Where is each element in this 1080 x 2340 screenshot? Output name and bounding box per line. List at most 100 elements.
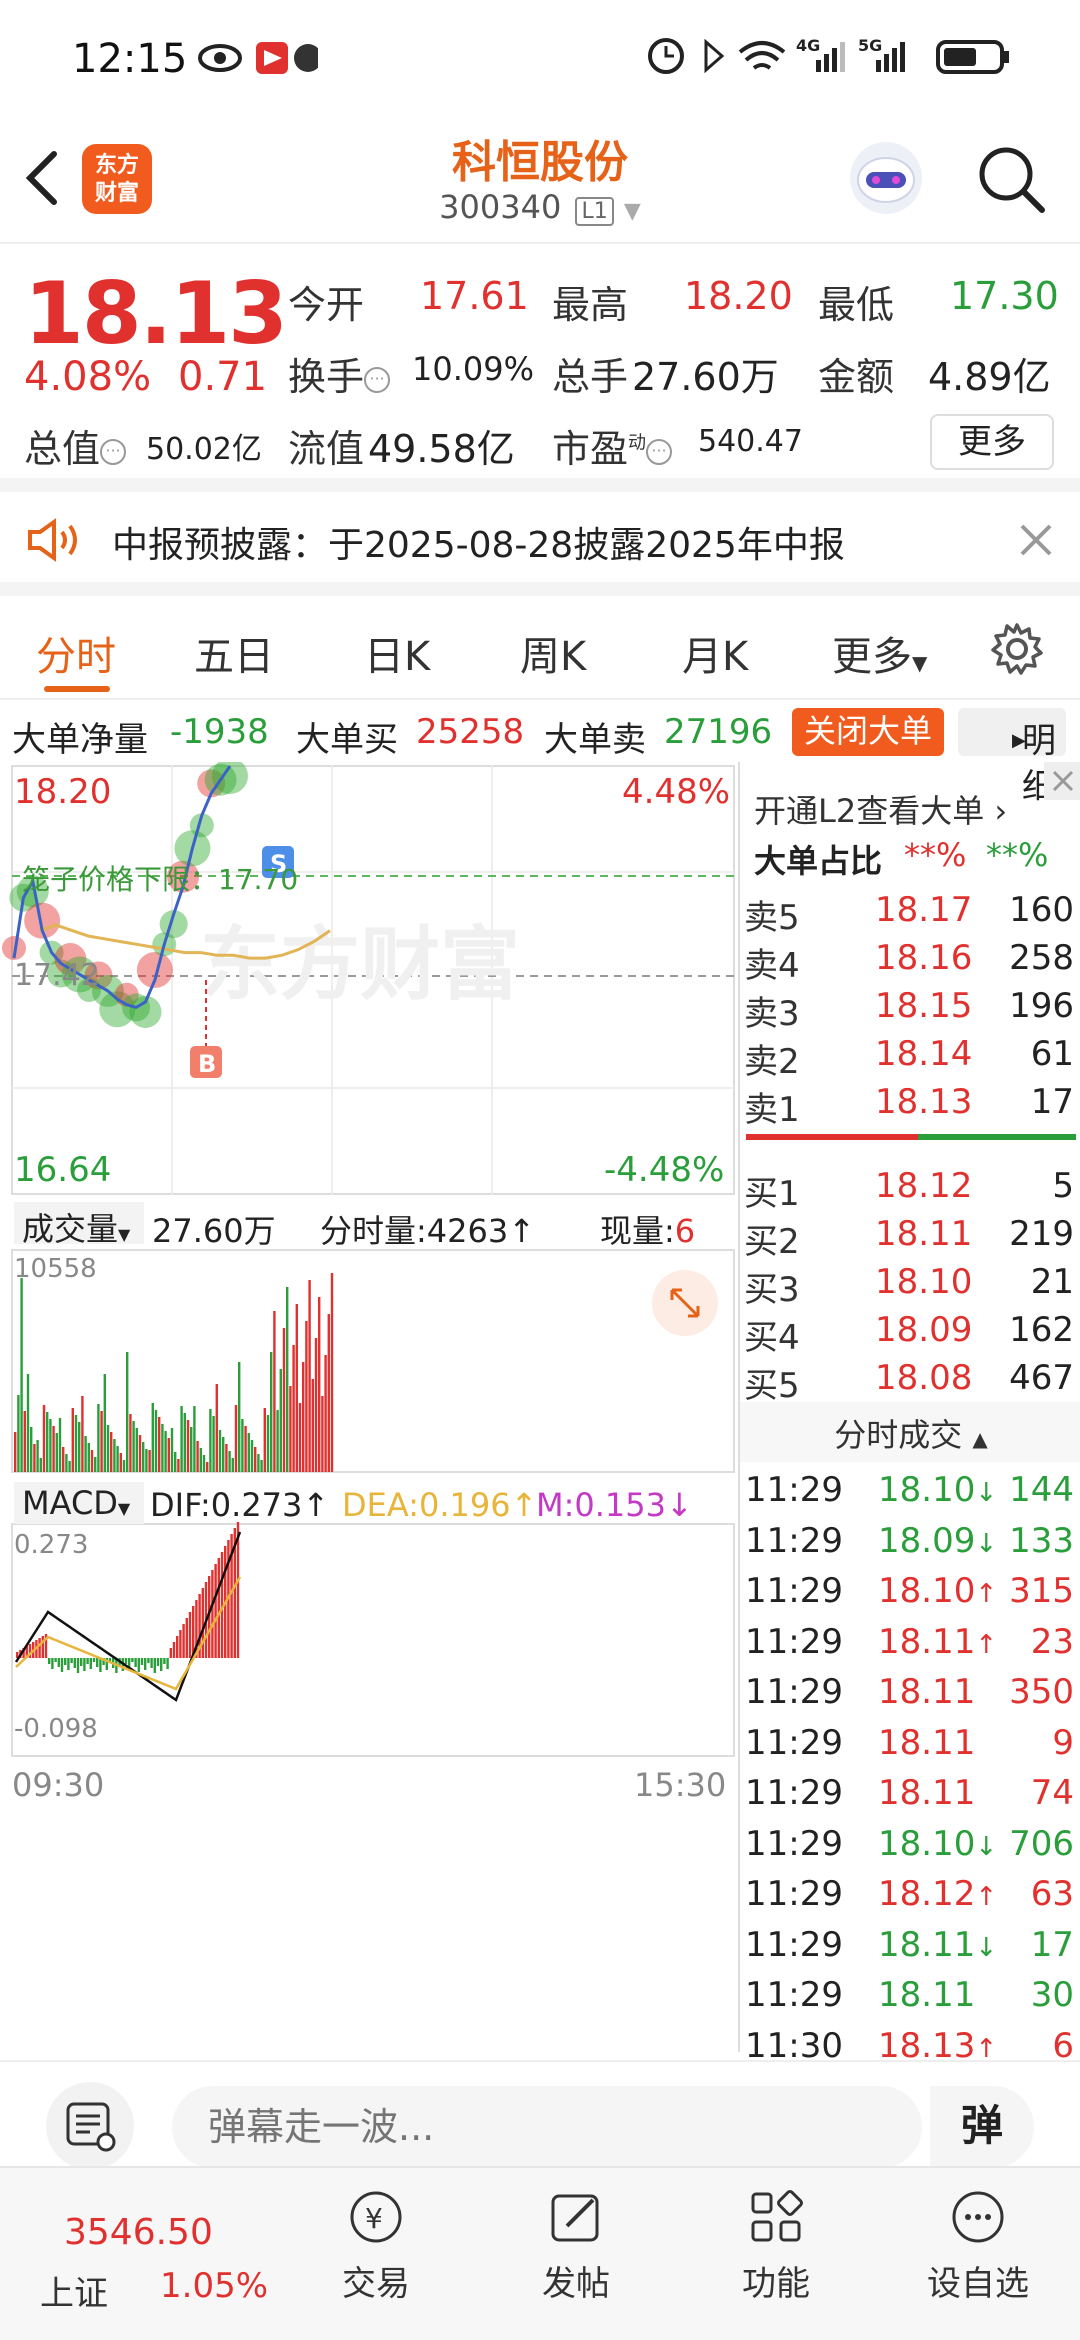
tab-daily-k[interactable]: 日K xyxy=(364,624,430,682)
tab-monthly-k[interactable]: 月K xyxy=(682,624,748,682)
volume-bar xyxy=(244,1426,247,1472)
tab-weekly-k[interactable]: 周K xyxy=(520,624,586,682)
volume-bar xyxy=(97,1404,100,1472)
mktcap-label[interactable]: 总值 ··· xyxy=(24,418,127,473)
stock-code: 300340 xyxy=(439,188,562,226)
macd-bar xyxy=(176,1636,179,1658)
volume-bar xyxy=(222,1437,225,1472)
ask-row[interactable]: 卖1 18.13 17 xyxy=(740,1078,1080,1130)
macd-bar xyxy=(188,1612,192,1658)
add-watchlist-tab[interactable]: 设自选 xyxy=(908,2188,1048,2305)
trade-price: 18.11 xyxy=(878,1722,976,1763)
turnover-label[interactable]: 换手 ··· xyxy=(288,346,391,401)
b-marker-text: B xyxy=(198,1050,216,1078)
trades-title[interactable]: 分时成交 ▲ xyxy=(740,1402,1080,1462)
index-percent[interactable]: 1.05% xyxy=(160,2266,268,2306)
trade-volume: 9 xyxy=(1052,1722,1074,1763)
features-tab[interactable]: 功能 xyxy=(706,2188,846,2305)
trade-row: 11:29 18.11 350 xyxy=(740,1668,1080,1718)
volume-bar xyxy=(190,1427,193,1472)
notice-bar[interactable]: 中报预披露：于2025-08-28披露2025年中报 xyxy=(0,492,1080,596)
volume-bar xyxy=(14,1432,17,1472)
mktcap-value: 50.02亿 xyxy=(146,432,262,467)
ratio-buy: **% xyxy=(904,836,967,874)
volume-bar xyxy=(68,1461,71,1472)
macd-bar xyxy=(185,1618,188,1658)
tab-five-day[interactable]: 五日 xyxy=(194,624,274,682)
macd-bar xyxy=(182,1624,185,1658)
trade-price: 18.11 xyxy=(878,1773,976,1813)
pe-label[interactable]: 市盈动 ··· xyxy=(552,418,673,473)
volume-bar xyxy=(71,1408,74,1472)
close-icon[interactable] xyxy=(1018,522,1054,558)
macd-bar xyxy=(140,1658,144,1665)
ask-row[interactable]: 卖4 18.16 258 xyxy=(740,934,1080,986)
sell-value: 27196 xyxy=(664,712,773,752)
minute-volume: 分时量:4263↑ xyxy=(320,1212,536,1250)
time-start: 09:30 xyxy=(12,1766,105,1804)
bid-row[interactable]: 买2 18.11 219 xyxy=(740,1210,1080,1262)
volume-bar xyxy=(87,1443,90,1472)
danmu-input[interactable] xyxy=(172,2086,922,2168)
float-value: 49.58亿 xyxy=(368,427,515,471)
note-icon[interactable] xyxy=(46,2082,134,2170)
m-value: M:0.153↓ xyxy=(536,1486,693,1524)
post-tab[interactable]: 发帖 xyxy=(506,2188,646,2305)
volume-bar xyxy=(151,1403,154,1472)
detail-button[interactable]: 明细 ▶ xyxy=(958,708,1066,807)
tab-intraday[interactable]: 分时 xyxy=(36,624,116,682)
index-value[interactable]: 3546.50 xyxy=(64,2212,213,2253)
tab-more[interactable]: 更多▼ xyxy=(832,624,927,682)
index-name[interactable]: 上证 xyxy=(40,2266,108,2315)
macd-bar xyxy=(73,1658,76,1668)
lower-limit-label: 笼子价格下限：17.70 xyxy=(22,863,299,896)
volume-bar xyxy=(78,1422,81,1472)
more-button[interactable]: 更多 xyxy=(930,414,1054,470)
close-big-order-button[interactable]: 关闭大单 xyxy=(792,708,944,756)
bid-row[interactable]: 买4 18.09 162 xyxy=(740,1306,1080,1358)
open-label: 今开 xyxy=(288,283,365,327)
open-value: 17.61 xyxy=(420,274,529,318)
y-bottom-pct: -4.48% xyxy=(604,1150,725,1190)
l2-link[interactable]: 开通L2查看大单 › xyxy=(754,786,1007,832)
status-network-5g: 5G xyxy=(858,36,883,55)
status-bar: 12:15 4G 5G xyxy=(0,0,1080,120)
status-system-icons xyxy=(648,38,1009,74)
trade-time: 11:29 xyxy=(745,1672,843,1712)
trade-tab[interactable]: ¥ 交易 xyxy=(306,2188,446,2305)
bid-row[interactable]: 买3 18.10 21 xyxy=(740,1258,1080,1310)
settings-icon[interactable] xyxy=(990,622,1044,676)
trade-row: 11:29 18.11 74 xyxy=(740,1769,1080,1819)
ask-row[interactable]: 卖5 18.17 160 xyxy=(740,886,1080,938)
volume-selector[interactable]: 成交量▼ xyxy=(14,1202,144,1248)
bid-row[interactable]: 买1 18.12 5 xyxy=(740,1162,1080,1214)
volume-bar xyxy=(84,1436,87,1472)
danmu-bar: 弹 xyxy=(0,2060,1080,2170)
ask-row[interactable]: 卖2 18.14 61 xyxy=(740,1030,1080,1082)
macd-bar xyxy=(92,1658,96,1662)
watermark: 东方财富 xyxy=(200,918,520,1011)
volume-bar xyxy=(286,1287,289,1472)
stock-header: 东方 财富 科恒股份 300340 L1 ▼ xyxy=(0,120,1080,244)
volume-bar xyxy=(164,1431,167,1472)
macd-bar xyxy=(156,1658,160,1666)
dea-value: DEA:0.196↑ xyxy=(342,1486,538,1524)
volume-bar xyxy=(231,1458,234,1472)
macd-bar xyxy=(38,1638,41,1658)
robot-assistant-icon[interactable] xyxy=(846,138,926,218)
ask-row[interactable]: 卖3 18.15 196 xyxy=(740,982,1080,1034)
macd-bar xyxy=(150,1658,153,1668)
macd-selector[interactable]: MACD▼ xyxy=(14,1482,144,1524)
status-app-icons xyxy=(198,42,318,74)
trade-time: 11:29 xyxy=(745,1520,843,1561)
search-icon[interactable] xyxy=(976,144,1048,216)
close-icon[interactable] xyxy=(1044,762,1080,800)
caret-down-icon: ▼ xyxy=(117,1499,131,1518)
caret-down-icon: ▼ xyxy=(912,651,928,675)
macd-bar xyxy=(99,1658,102,1672)
expand-icon[interactable] xyxy=(652,1270,718,1336)
macd-bar xyxy=(80,1658,83,1666)
intraday-chart[interactable]: 东方财富 B S 18.20 4.48% 17.42 笼子价格下限：17.70 … xyxy=(0,762,736,2052)
bid-row[interactable]: 买5 18.08 467 xyxy=(740,1354,1080,1406)
danmu-toggle-button[interactable]: 弹 xyxy=(930,2086,1034,2168)
